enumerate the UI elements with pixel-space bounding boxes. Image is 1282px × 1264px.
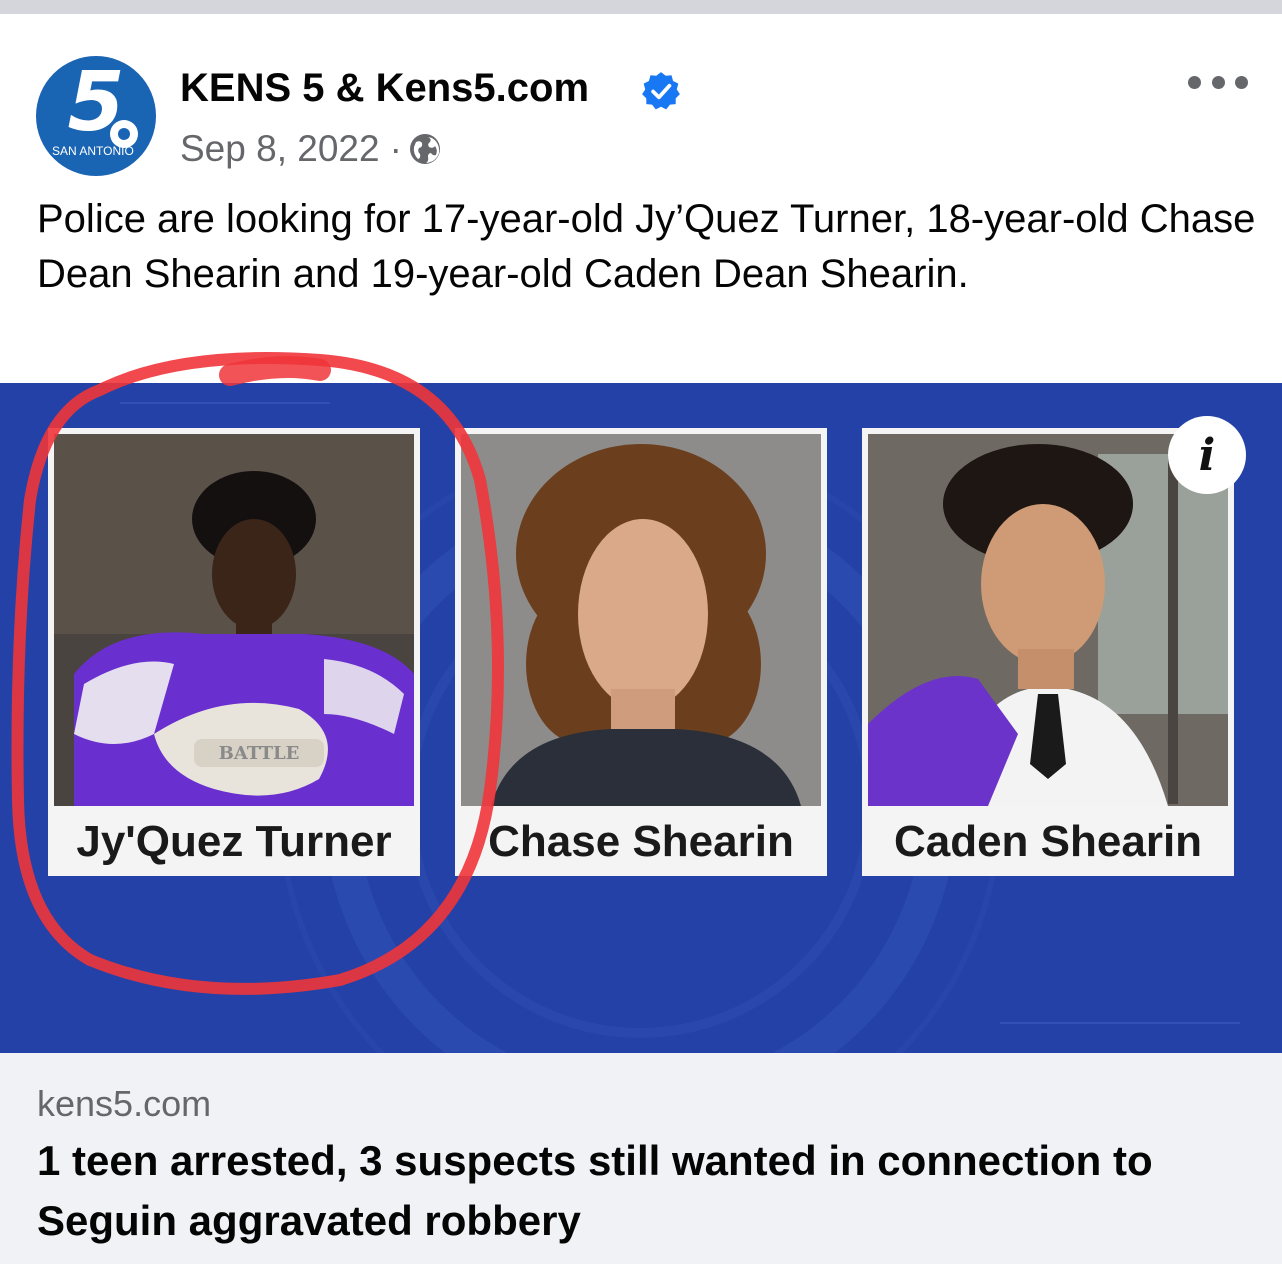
- more-dot: [1188, 75, 1201, 89]
- post-text: Police are looking for 17-year-old Jy’Qu…: [37, 197, 1256, 296]
- page-avatar[interactable]: 5 SAN ANTONIO: [36, 56, 156, 176]
- more-dot: [1211, 75, 1225, 89]
- link-domain: kens5.com: [37, 1083, 212, 1124]
- info-icon[interactable]: i: [1168, 416, 1246, 494]
- page-name-link[interactable]: KENS 5 & Kens5.com: [180, 66, 589, 111]
- link-title[interactable]: 1 teen arrested, 3 suspects still wanted…: [37, 1131, 1257, 1251]
- avatar-logo-number: 5: [67, 56, 125, 150]
- top-status-strip: [0, 0, 1282, 14]
- verified-badge-icon: [642, 72, 680, 110]
- red-highlight-circle: [11, 352, 504, 995]
- link-preview[interactable]: kens5.com 1 teen arrested, 3 suspects st…: [0, 1053, 1282, 1264]
- more-options-icon[interactable]: [1188, 64, 1248, 100]
- suspect-card: Caden Shearin: [862, 428, 1234, 876]
- avatar-city-label: SAN ANTONIO: [52, 144, 134, 158]
- meta-separator: ·: [389, 128, 402, 169]
- globe-icon: [409, 134, 440, 164]
- suspect-name: Caden Shearin: [893, 817, 1203, 866]
- more-dot: [1235, 75, 1248, 89]
- info-icon-label: i: [1198, 429, 1216, 481]
- suspect-photo: [868, 434, 1228, 806]
- post-date[interactable]: Sep 8, 2022: [180, 128, 380, 170]
- post-meta: Sep 8, 2022 ·: [180, 128, 442, 170]
